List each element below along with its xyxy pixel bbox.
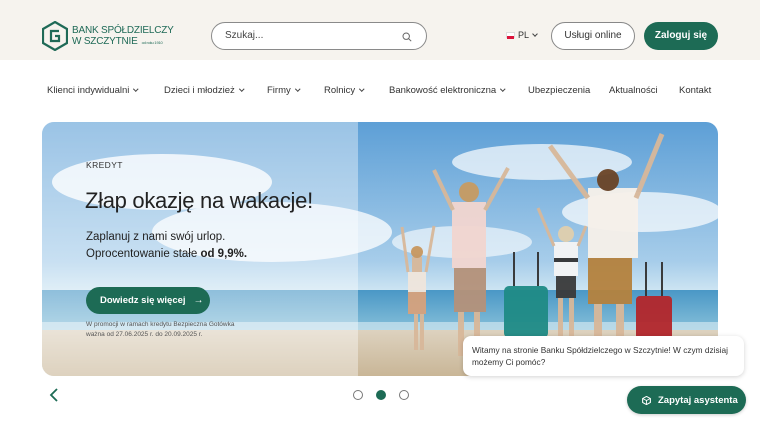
- nav-item-aktualnosci[interactable]: Aktualności: [609, 85, 658, 96]
- poland-flag-icon: [506, 32, 515, 39]
- online-services-button[interactable]: Usługi online: [551, 22, 635, 50]
- bank-logo-icon: [42, 21, 68, 51]
- carousel-dot-1[interactable]: [353, 390, 363, 400]
- carousel-pagination: [353, 390, 422, 400]
- hero-subtitle-line1: Zaplanuj z nami swój urlop.: [86, 231, 226, 243]
- search-box[interactable]: [211, 22, 427, 50]
- carousel-dot-3[interactable]: [399, 390, 409, 400]
- learn-more-button[interactable]: Dowiedz się więcej →: [86, 287, 210, 314]
- arrow-right-icon: →: [193, 295, 204, 306]
- logo-text-line2: W SZCZYTNIE od roku 1910: [72, 35, 163, 47]
- assistant-cube-icon: [642, 395, 651, 405]
- hero-category: KREDYT: [86, 160, 123, 170]
- search-icon[interactable]: [402, 32, 412, 42]
- main-nav: Klienci indywidualni Dzieci i młodzież F…: [0, 85, 760, 99]
- carousel-prev-icon[interactable]: [48, 388, 60, 402]
- chevron-down-icon: [500, 86, 506, 92]
- language-selector[interactable]: PL: [506, 30, 538, 40]
- nav-item-kontakt[interactable]: Kontakt: [679, 85, 711, 96]
- hero-title: Złap okazję na wakacje!: [85, 188, 313, 213]
- language-code: PL: [518, 30, 530, 40]
- chat-greeting-bubble: Witamy na stronie Banku Spółdzielczego w…: [463, 336, 744, 376]
- login-button[interactable]: Zaloguj się: [644, 22, 718, 50]
- chevron-down-icon: [532, 30, 538, 37]
- nav-item-klienci-indywidualni[interactable]: Klienci indywidualni: [47, 85, 139, 96]
- promo-disclaimer-line2: ważna od 27.06.2025 r. do 20.09.2025 r.: [86, 331, 203, 338]
- promo-disclaimer-line1: W promocji w ramach kredytu Bezpieczna G…: [86, 321, 235, 328]
- nav-item-dzieci-i-mlodziez[interactable]: Dzieci i młodzież: [164, 85, 244, 96]
- chevron-down-icon: [133, 86, 139, 92]
- carousel-dot-2[interactable]: [376, 390, 386, 400]
- nav-item-bankowosc-elektroniczna[interactable]: Bankowość elektroniczna: [389, 85, 506, 96]
- logo-text-line1: BANK SPÓŁDZIELCZY: [72, 24, 174, 36]
- nav-item-firmy[interactable]: Firmy: [267, 85, 300, 96]
- chevron-down-icon: [239, 86, 244, 92]
- ask-assistant-button[interactable]: Zapytaj asystenta: [627, 386, 746, 414]
- hero-subtitle-line2: Oprocentowanie stałe od 9,9%.: [86, 248, 248, 260]
- nav-item-ubezpieczenia[interactable]: Ubezpieczenia: [528, 85, 590, 96]
- nav-item-rolnicy[interactable]: Rolnicy: [324, 85, 365, 96]
- chevron-down-icon: [295, 86, 300, 92]
- logo-since: od roku 1910: [141, 39, 163, 45]
- chevron-down-icon: [359, 86, 365, 92]
- search-input[interactable]: [225, 30, 395, 41]
- bank-logo[interactable]: BANK SPÓŁDZIELCZY W SZCZYTNIE od roku 191…: [42, 21, 174, 51]
